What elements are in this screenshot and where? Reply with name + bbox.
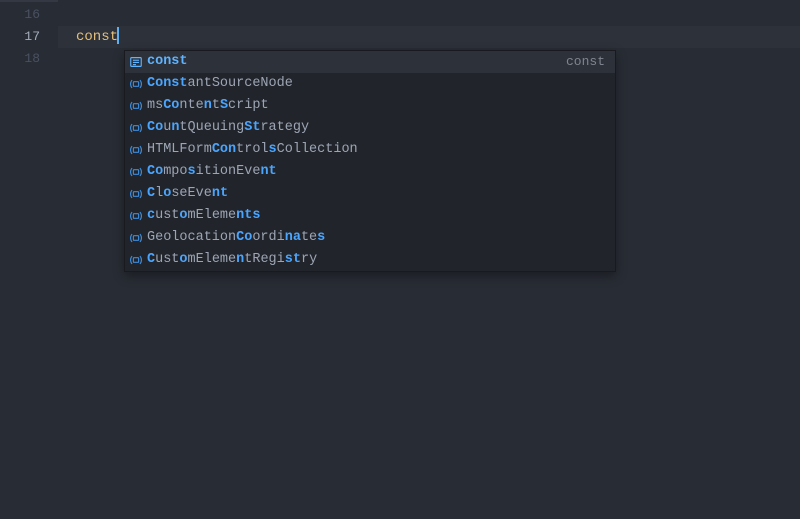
variable-icon: [125, 99, 147, 113]
suggestion-label: HTMLFormControlsCollection: [147, 139, 615, 161]
code-line[interactable]: const: [58, 26, 800, 48]
intellisense-popup[interactable]: constconst ConstantSourceNode msContentS…: [124, 50, 616, 272]
suggestion-item[interactable]: constconst: [125, 51, 615, 73]
token-keyword: const: [76, 29, 118, 45]
variable-icon: [125, 121, 147, 135]
suggestion-item[interactable]: msContentScript: [125, 95, 615, 117]
suggestion-item[interactable]: CompositionEvent: [125, 161, 615, 183]
suggestion-label: const: [147, 51, 566, 73]
line-number: 18: [0, 48, 58, 70]
line-number-gutter: 161718: [0, 0, 58, 519]
variable-icon: [125, 143, 147, 157]
suggestion-item[interactable]: GeolocationCoordinates: [125, 227, 615, 249]
suggestion-item[interactable]: CloseEvent: [125, 183, 615, 205]
line-number: 16: [0, 4, 58, 26]
suggestion-label: msContentScript: [147, 95, 615, 117]
variable-icon: [125, 165, 147, 179]
suggestion-label: CompositionEvent: [147, 161, 615, 183]
suggestion-detail: const: [566, 51, 615, 73]
suggestion-label: customElements: [147, 205, 615, 227]
suggestion-item[interactable]: CustomElementRegistry: [125, 249, 615, 271]
suggestion-label: GeolocationCoordinates: [147, 227, 615, 249]
suggestion-item[interactable]: HTMLFormControlsCollection: [125, 139, 615, 161]
suggestion-label: ConstantSourceNode: [147, 73, 615, 95]
variable-icon: [125, 187, 147, 201]
line-number: 17: [0, 26, 58, 48]
suggestion-label: CustomElementRegistry: [147, 249, 615, 271]
keyword-icon: [125, 55, 147, 69]
variable-icon: [125, 77, 147, 91]
variable-icon: [125, 253, 147, 267]
suggestion-item[interactable]: customElements: [125, 205, 615, 227]
suggestion-label: CloseEvent: [147, 183, 615, 205]
suggestion-label: CountQueuingStrategy: [147, 117, 615, 139]
suggestion-item[interactable]: CountQueuingStrategy: [125, 117, 615, 139]
text-cursor: [117, 27, 119, 44]
variable-icon: [125, 231, 147, 245]
code-line[interactable]: [58, 4, 800, 26]
variable-icon: [125, 209, 147, 223]
suggestion-item[interactable]: ConstantSourceNode: [125, 73, 615, 95]
